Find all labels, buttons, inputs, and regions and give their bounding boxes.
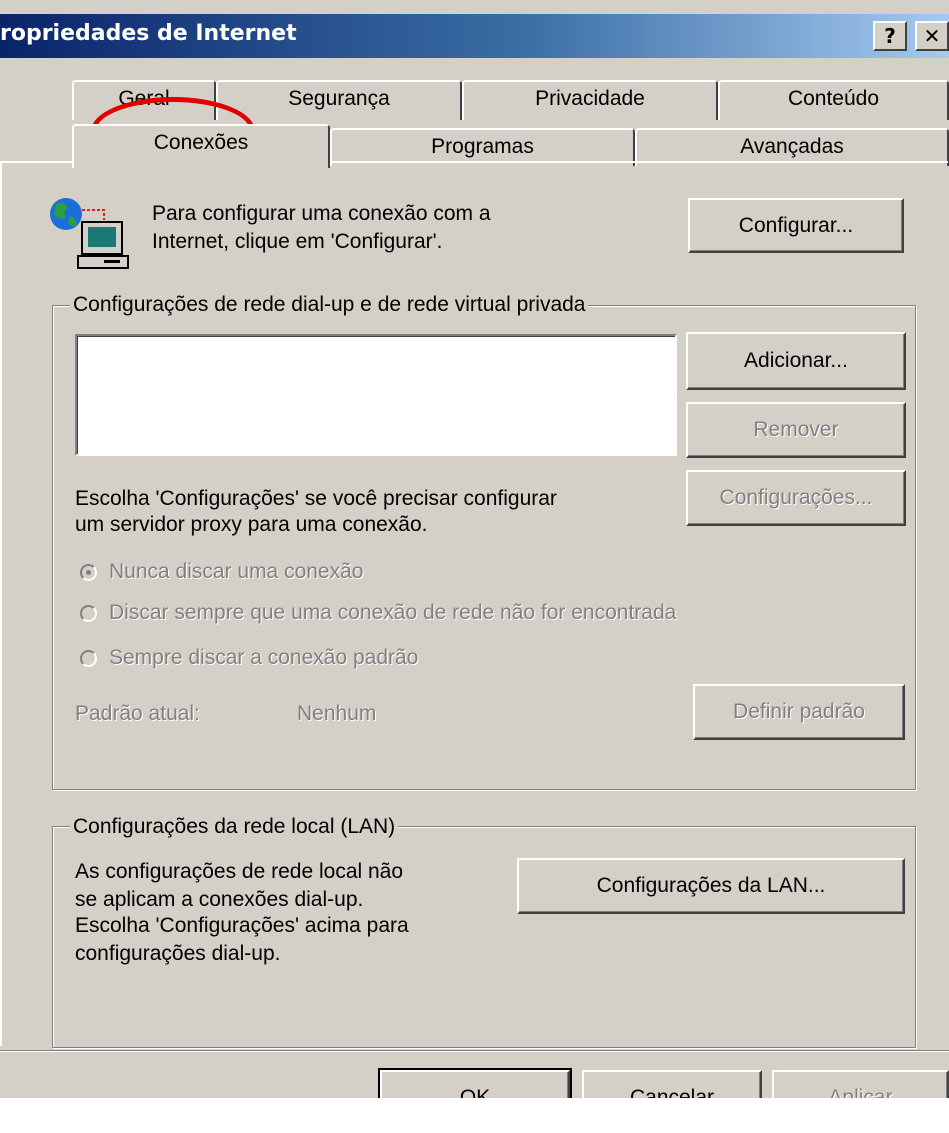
title-bar[interactable]: ropriedades de Internet ? ✕	[0, 14, 949, 58]
tab-label: Conexões	[153, 131, 249, 154]
apply-button-label: Aplicar	[828, 1086, 893, 1098]
connections-listbox[interactable]	[75, 334, 677, 456]
dialup-group-legend: Configurações de rede dial-up e de rede …	[70, 293, 589, 317]
lan-settings-button-label: Configurações da LAN...	[596, 874, 826, 897]
network-connection-icon	[50, 198, 129, 269]
ok-button[interactable]: OK	[378, 1068, 572, 1098]
cancel-button-label: Cancelar	[629, 1086, 715, 1098]
configure-button[interactable]: Configurar...	[688, 198, 904, 253]
lan-text-line3: Escolha 'Configurações' acima para	[75, 914, 409, 937]
configure-button-label: Configurar...	[738, 213, 854, 237]
radio-dial-when-needed-indicator[interactable]	[80, 604, 97, 622]
radio-never-dial-label: Nunca discar uma conexão	[109, 560, 364, 583]
proxy-text-line1: Escolha 'Configurações' se você precisar…	[75, 487, 557, 510]
add-button[interactable]: Adicionar...	[686, 332, 906, 390]
add-button-label: Adicionar...	[744, 349, 848, 372]
set-default-button[interactable]: Definir padrão	[693, 684, 905, 740]
tab-label: Programas	[431, 135, 534, 158]
tab-geral[interactable]: Geral	[72, 80, 216, 120]
proxy-text-line2: um servidor proxy para uma conexão.	[75, 513, 428, 536]
lan-text-line2: se aplicam a conexões dial-up.	[75, 888, 364, 911]
radio-always-dial[interactable]: Sempre discar a conexão padrão	[80, 646, 418, 670]
dialup-settings-button[interactable]: Configurações...	[686, 470, 906, 526]
footer-separator	[0, 1050, 949, 1052]
tab-label: Privacidade	[535, 87, 645, 110]
tab-privacidade[interactable]: Privacidade	[462, 80, 718, 120]
remove-button-label: Remover	[753, 418, 839, 441]
lan-settings-button[interactable]: Configurações da LAN...	[517, 858, 905, 914]
tab-label: Geral	[118, 87, 170, 110]
dialup-settings-button-label: Configurações...	[719, 486, 873, 509]
current-default-label: Padrão atual:	[75, 702, 200, 725]
lan-group-legend: Configurações da rede local (LAN)	[70, 815, 399, 839]
remove-button[interactable]: Remover	[686, 402, 906, 458]
radio-never-dial[interactable]: Nunca discar uma conexão	[80, 560, 363, 584]
set-default-button-label: Definir padrão	[733, 700, 865, 723]
tab-conexoes[interactable]: Conexões	[72, 124, 330, 168]
ok-button-label: OK	[459, 1086, 491, 1098]
radio-always-dial-label: Sempre discar a conexão padrão	[109, 646, 419, 669]
cancel-button[interactable]: Cancelar	[582, 1070, 762, 1098]
internet-properties-dialog: ropriedades de Internet ? ✕ Geral Segura…	[0, 0, 949, 1098]
setup-text-line1: Para configurar uma conexão com a	[152, 202, 491, 225]
help-icon: ?	[884, 24, 896, 48]
close-button[interactable]: ✕	[915, 21, 949, 51]
tab-seguranca[interactable]: Segurança	[216, 80, 462, 120]
radio-dial-when-needed[interactable]: Discar sempre que uma conexão de rede nã…	[80, 601, 676, 625]
close-icon: ✕	[923, 24, 941, 48]
radio-dial-when-needed-label: Discar sempre que uma conexão de rede nã…	[109, 601, 677, 624]
current-default-value: Nenhum	[297, 702, 377, 725]
window-title: ropriedades de Internet	[0, 21, 297, 46]
lan-text-line4: configurações dial-up.	[75, 942, 281, 965]
setup-text-line2: Internet, clique em 'Configurar'.	[152, 230, 443, 253]
lan-text-line1: As configurações de rede local não	[75, 860, 404, 883]
help-button[interactable]: ?	[873, 21, 907, 51]
tab-label: Avançadas	[740, 135, 844, 158]
radio-never-dial-indicator[interactable]	[80, 563, 97, 581]
apply-button[interactable]: Aplicar	[772, 1070, 949, 1098]
tab-conteudo[interactable]: Conteúdo	[718, 80, 949, 120]
tab-label: Conteúdo	[787, 87, 880, 110]
tab-label: Segurança	[288, 87, 390, 110]
radio-always-dial-indicator[interactable]	[80, 649, 97, 667]
